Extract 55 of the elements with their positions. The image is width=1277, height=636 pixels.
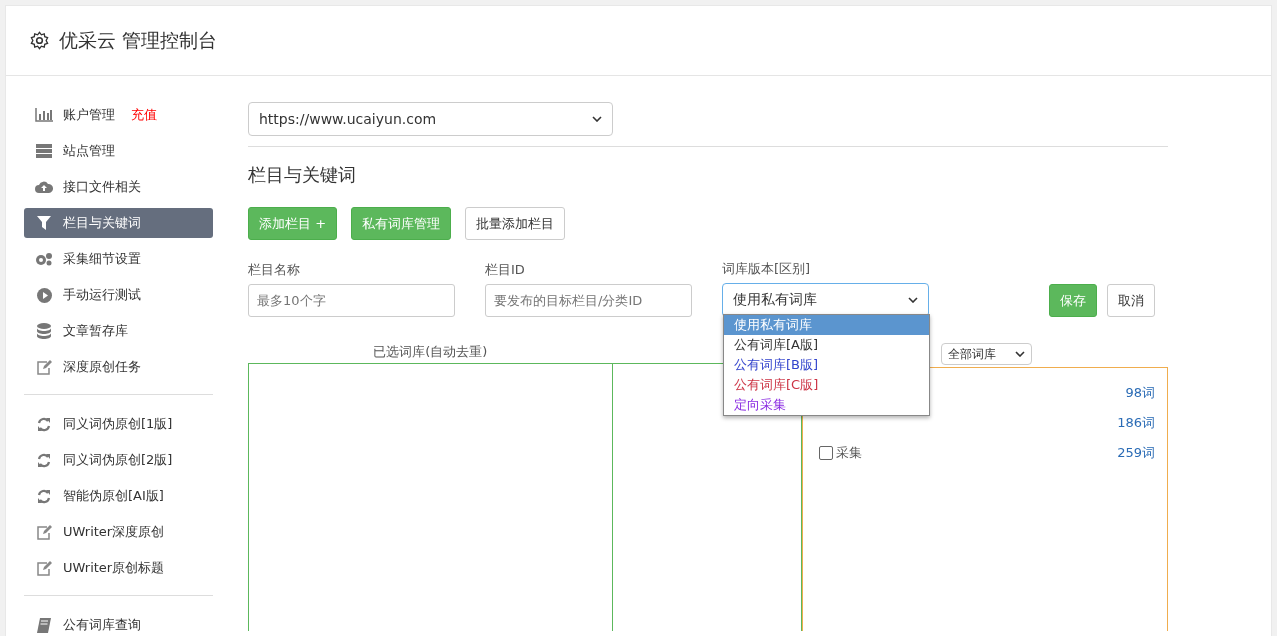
site-select[interactable]: https://www.ucaiyun.com — [248, 102, 613, 136]
sidebar-item[interactable]: 同义词伪原创[2版] — [24, 445, 213, 475]
field-label: 栏目ID — [485, 261, 526, 279]
settings-icon — [30, 31, 49, 50]
chart-icon — [35, 108, 53, 122]
library-name: 采集 — [836, 444, 863, 462]
column-id-field[interactable]: 要发布的目标栏目/分类ID — [485, 284, 692, 317]
sidebar-item[interactable]: UWriter原创标题 — [24, 553, 213, 583]
sidebar-item[interactable]: 账户管理 充值 — [24, 100, 213, 130]
sync-icon — [35, 488, 53, 504]
sidebar-item[interactable]: 接口文件相关 — [24, 172, 213, 202]
caret-icon — [592, 116, 602, 122]
word-count: 98词 — [1125, 384, 1155, 402]
database-icon — [35, 323, 53, 339]
book-icon — [35, 617, 53, 633]
caret-icon — [908, 297, 918, 303]
caret-icon — [1015, 351, 1025, 357]
section-title: 栏目与关键词 — [248, 163, 357, 187]
pencil-icon — [35, 524, 53, 540]
gears-icon — [35, 252, 53, 266]
dropdown-option[interactable]: 公有词库[C版] — [724, 375, 929, 395]
play-icon — [35, 287, 53, 303]
field-label: 词库版本[区别] — [722, 260, 812, 278]
pencil-icon — [35, 359, 53, 375]
pencil-icon — [35, 560, 53, 576]
cloud-icon — [35, 180, 53, 194]
library-checkbox[interactable] — [819, 446, 834, 460]
field-label: 栏目名称 — [248, 261, 301, 279]
sidebar-item[interactable]: 文章暂存库 — [24, 316, 213, 346]
recharge-link[interactable]: 充值 — [131, 106, 157, 124]
sidebar-item[interactable]: 手动运行测试 — [24, 280, 213, 310]
filter-icon — [35, 216, 53, 230]
word-count: 259词 — [1117, 444, 1155, 462]
sidebar-item[interactable]: 智能伪原创[AI版] — [24, 481, 213, 511]
library-version-select[interactable]: 使用私有词库 — [722, 283, 929, 317]
server-icon — [35, 144, 53, 158]
sidebar-item[interactable]: 深度原创任务 — [24, 352, 213, 382]
batch-add-button[interactable]: 批量添加栏目 — [465, 207, 566, 240]
dropdown-option[interactable]: 公有词库[B版] — [724, 355, 929, 375]
dropdown-option[interactable]: 定向采集 — [724, 395, 929, 415]
sidebar-item[interactable]: 站点管理 — [24, 136, 213, 166]
sidebar-item[interactable]: 栏目与关键词 — [24, 208, 213, 238]
sidebar-item[interactable]: 采集细节设置 — [24, 244, 213, 274]
column-name-field[interactable]: 最多10个字 — [248, 284, 455, 317]
library-filter-select[interactable]: 全部词库 — [941, 343, 1032, 365]
sync-icon — [35, 416, 53, 432]
cancel-button[interactable]: 取消 — [1107, 284, 1155, 317]
word-count: 186词 — [1117, 414, 1155, 432]
panel-title: 已选词库(自动去重) — [372, 343, 489, 361]
dropdown-option[interactable]: 公有词库[A版] — [724, 335, 929, 355]
sidebar-item[interactable]: 同义词伪原创[1版] — [24, 409, 213, 439]
console-title: 优采云 管理控制台 — [59, 27, 218, 53]
sidebar-item[interactable]: 公有词库查询 — [24, 610, 213, 636]
sidebar-item[interactable]: UWriter深度原创 — [24, 517, 213, 547]
sync-icon — [35, 452, 53, 468]
